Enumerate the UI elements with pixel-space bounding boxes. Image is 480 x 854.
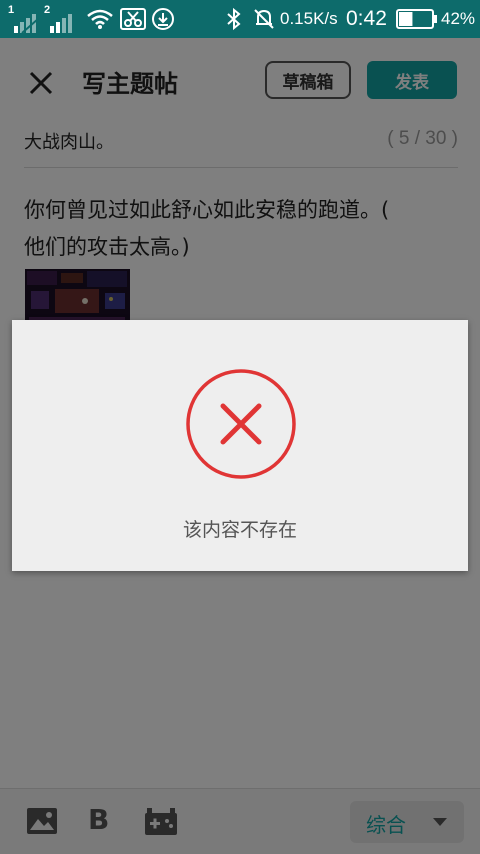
notifications-off-icon	[254, 9, 274, 29]
sim1-signal: 1	[8, 0, 42, 38]
screenshot-indicator	[120, 0, 146, 38]
sim1-label: 1	[8, 4, 15, 16]
battery-percent: 42%	[441, 9, 476, 28]
signal-icon	[50, 14, 72, 33]
error-dialog[interactable]: 该内容不存在	[12, 320, 468, 571]
clock: 0:42	[346, 7, 387, 30]
signal-icon	[14, 14, 39, 34]
scissors-icon	[120, 8, 146, 30]
dialog-message: 该内容不存在	[182, 519, 297, 541]
battery-indicator	[396, 0, 438, 38]
battery-icon	[396, 9, 437, 29]
bluetooth-indicator	[224, 0, 244, 38]
notification-indicator	[252, 0, 276, 38]
wifi-icon	[87, 9, 113, 29]
sim2-label: 2	[44, 4, 51, 16]
bluetooth-icon	[227, 7, 241, 31]
sim2-signal: 2	[44, 0, 78, 38]
error-x-icon	[186, 369, 296, 479]
status-bar: 1 2 0.15K/s 0:42 42%	[0, 0, 480, 38]
download-icon	[152, 8, 174, 30]
wifi-indicator	[86, 0, 114, 38]
net-speed: 0.15K/s	[280, 9, 338, 28]
download-indicator	[151, 0, 175, 38]
